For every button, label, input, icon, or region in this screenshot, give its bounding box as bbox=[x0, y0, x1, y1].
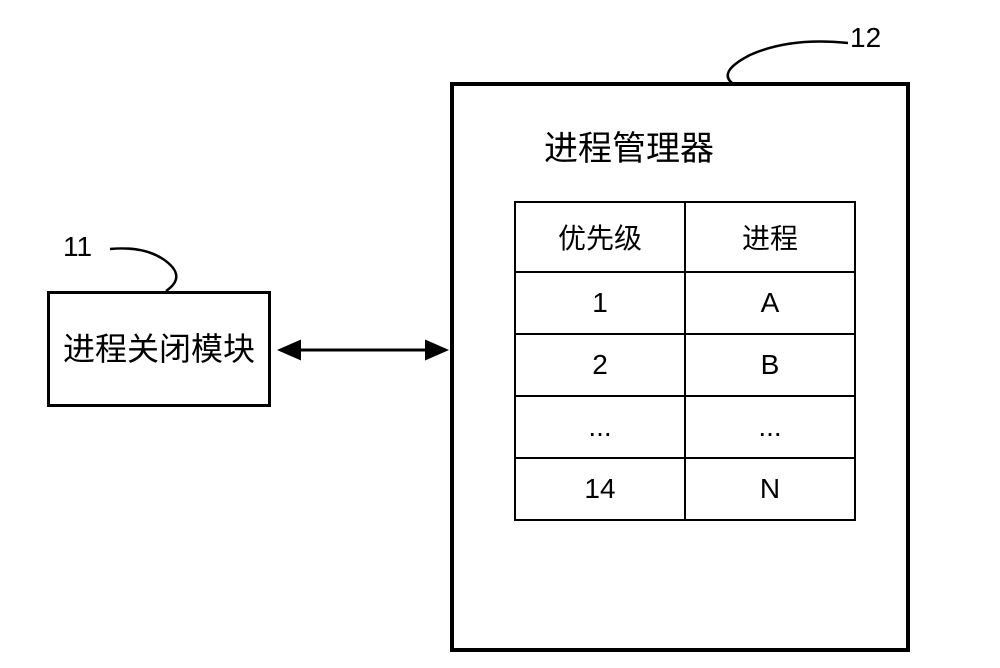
cell-priority: 1 bbox=[515, 272, 685, 334]
cell-priority: ... bbox=[515, 396, 685, 458]
table-row: ... ... bbox=[515, 396, 855, 458]
process-table: 优先级 进程 1 A 2 B ... ... 14 bbox=[514, 201, 856, 521]
header-process: 进程 bbox=[685, 202, 855, 272]
table-row: 14 N bbox=[515, 458, 855, 520]
table-row: 1 A bbox=[515, 272, 855, 334]
table-row: 2 B bbox=[515, 334, 855, 396]
cell-process: N bbox=[685, 458, 855, 520]
cell-priority: 14 bbox=[515, 458, 685, 520]
header-priority: 优先级 bbox=[515, 202, 685, 272]
process-manager-title: 进程管理器 bbox=[544, 121, 714, 170]
process-close-module-label: 进程关闭模块 bbox=[63, 327, 255, 372]
cell-priority: 2 bbox=[515, 334, 685, 396]
process-close-module-box: 进程关闭模块 bbox=[47, 291, 271, 407]
table-header-row: 优先级 进程 bbox=[515, 202, 855, 272]
double-arrow-icon bbox=[268, 330, 458, 370]
cell-process: ... bbox=[685, 396, 855, 458]
cell-process: B bbox=[685, 334, 855, 396]
process-manager-box: 进程管理器 优先级 进程 1 A 2 B ... ... bbox=[450, 82, 910, 652]
diagram-container: 11 进程关闭模块 12 进程管理器 优先级 进程 1 A 2 bbox=[0, 0, 1000, 668]
label-11: 11 bbox=[63, 231, 92, 263]
cell-process: A bbox=[685, 272, 855, 334]
